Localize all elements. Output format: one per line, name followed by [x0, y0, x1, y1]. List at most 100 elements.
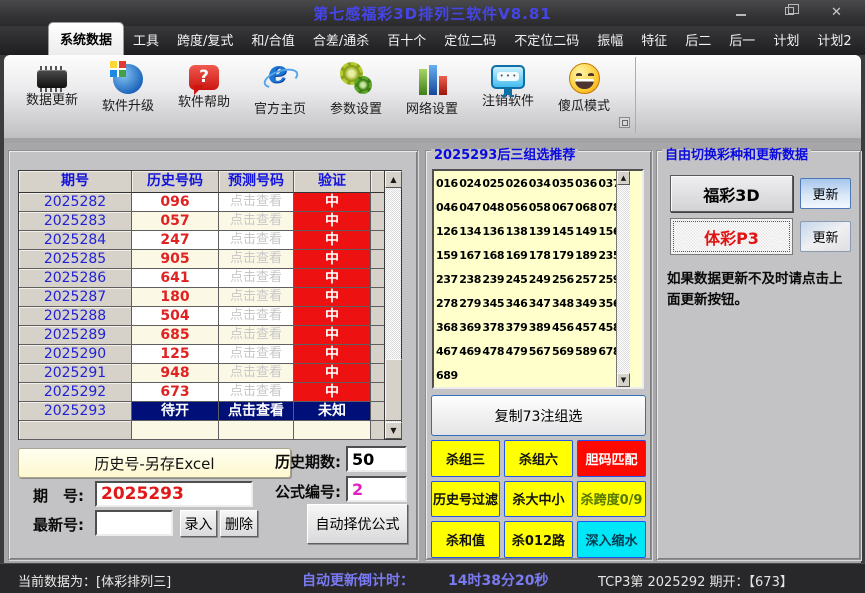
predict-link-cell[interactable]: 点击查看 [219, 193, 294, 212]
tab-plan[interactable]: 计划 [764, 25, 808, 55]
scroll-down-icon[interactable]: ▼ [385, 422, 402, 439]
filler-cell [371, 345, 384, 364]
minimize-button[interactable] [733, 4, 751, 20]
delete-button[interactable]: 删除 [220, 510, 258, 537]
period-cell: 2025284 [19, 231, 132, 250]
table-scrollbar[interactable]: ▲ ▼ [384, 171, 402, 439]
tab-system-data[interactable]: 系统数据 [48, 22, 125, 55]
kill-big-mid-small-button[interactable]: 杀大中小 [504, 480, 573, 518]
tab-bai-shi-ge[interactable]: 百十个 [378, 25, 435, 55]
verify-cell: 中 [294, 250, 371, 269]
number-line: 278 279 345 346 347 348 349 356 358 [436, 297, 616, 310]
tab-tools[interactable]: 工具 [124, 25, 168, 55]
parameter-settings-button[interactable]: 参数设置 [318, 61, 394, 131]
verify-cell: 中 [294, 269, 371, 288]
predict-link-cell[interactable]: 点击查看 [219, 288, 294, 307]
verify-cell: 未知 [294, 402, 371, 421]
predict-link-cell[interactable]: 点击查看 [219, 269, 294, 288]
predict-link-cell[interactable]: 点击查看 [219, 383, 294, 402]
tab-amplitude[interactable]: 振幅 [588, 25, 632, 55]
table-row: 2025293 待开 点击查看 未知 [19, 402, 384, 421]
kill-group3-button[interactable]: 杀组三 [431, 440, 500, 477]
filler-cell [371, 269, 384, 288]
verify-cell: 中 [294, 383, 371, 402]
predict-link-cell[interactable]: 点击查看 [219, 364, 294, 383]
period-cell: 2025286 [19, 269, 132, 288]
period-input[interactable] [95, 481, 253, 507]
fucai-3d-button[interactable]: 福彩3D [670, 175, 793, 212]
network-settings-button[interactable]: 网络设置 [394, 61, 470, 131]
auto-formula-button[interactable]: 自动择优公式 [307, 504, 408, 544]
kill-012-button[interactable]: 杀012路 [504, 521, 573, 558]
history-count-input[interactable] [346, 446, 407, 472]
latest-number-input[interactable] [95, 510, 173, 536]
table-row: 2025285 905 点击查看 中 [19, 250, 384, 269]
verify-cell: 中 [294, 231, 371, 250]
scroll-up-icon[interactable]: ▲ [385, 171, 402, 188]
update-fucai-button[interactable]: 更新 [800, 178, 851, 209]
enter-button[interactable]: 录入 [180, 510, 217, 537]
predict-link-cell[interactable]: 点击查看 [219, 231, 294, 250]
logout-software-button[interactable]: 注销软件 [470, 61, 546, 131]
toolbar-button-label: 傻瓜模式 [557, 99, 610, 114]
history-number-cell: 905 [132, 250, 219, 269]
countdown-value: 14时38分20秒 [448, 573, 549, 589]
list-scrollbar[interactable]: ▲ ▼ [616, 171, 630, 387]
tab-sum-value[interactable]: 和/合值 [242, 25, 303, 55]
kill-group6-button[interactable]: 杀组六 [504, 440, 573, 477]
tab-nonposition-2code[interactable]: 不定位二码 [505, 25, 588, 55]
ie-icon [263, 55, 297, 97]
predict-link-cell[interactable]: 点击查看 [219, 345, 294, 364]
scroll-up-icon[interactable]: ▲ [617, 171, 630, 185]
software-upgrade-button[interactable]: 软件升级 [90, 61, 166, 131]
close-icon: ✕ [831, 5, 842, 20]
official-homepage-button[interactable]: 官方主页 [242, 55, 318, 131]
history-panel: 期号 历史号码 预测号码 验证 2025282 096 点击查看 中 20252… [8, 150, 418, 560]
history-filter-button[interactable]: 历史号过滤 [431, 480, 500, 518]
tab-hecha-tongsha[interactable]: 合差/通杀 [304, 25, 378, 55]
tab-position-2code[interactable]: 定位二码 [435, 25, 505, 55]
tab-plan2[interactable]: 计划2 [808, 25, 860, 55]
history-table: 期号 历史号码 预测号码 验证 2025282 096 点击查看 中 20252… [18, 170, 402, 440]
software-help-button[interactable]: 软件帮助 [166, 61, 242, 131]
data-update-button[interactable]: 数据更新 [14, 61, 90, 131]
toolbar-expander-icon[interactable] [619, 117, 630, 128]
export-excel-button[interactable]: 历史号-另存Excel [18, 448, 291, 478]
copy-groups-button[interactable]: 复制73注组选 [431, 395, 646, 436]
recommend-numbers-list[interactable]: 016 024 025 026 034 035 036 037 038 046 0… [432, 169, 644, 389]
ticai-p3-button[interactable]: 体彩P3 [670, 218, 793, 255]
close-button[interactable]: ✕ [829, 4, 847, 20]
table-row: 2025282 096 点击查看 中 [19, 193, 384, 212]
table-row: 2025291 948 点击查看 中 [19, 364, 384, 383]
kill-sum-button[interactable]: 杀和值 [431, 521, 500, 558]
predict-link-cell[interactable]: 点击查看 [219, 212, 294, 231]
fool-mode-button[interactable]: 傻瓜模式 [546, 61, 622, 131]
predict-link-cell[interactable]: 点击查看 [219, 326, 294, 345]
period-cell: 2025285 [19, 250, 132, 269]
table-row: 2025284 247 点击查看 中 [19, 231, 384, 250]
tab-span-duplex[interactable]: 跨度/复式 [168, 25, 242, 55]
predict-link-cell[interactable]: 点击查看 [219, 250, 294, 269]
period-cell: 2025283 [19, 212, 132, 231]
filler-cell [371, 250, 384, 269]
dan-match-button[interactable]: 胆码匹配 [577, 440, 646, 477]
predict-link-cell[interactable]: 点击查看 [219, 402, 294, 421]
last-draw-text: TCP3第 2025292 期开：【673】 [598, 575, 793, 590]
scrollbar-thumb[interactable] [385, 359, 402, 421]
tab-last-one[interactable]: 后一 [720, 25, 764, 55]
kill-span09-button[interactable]: 杀跨度0/9 [577, 480, 646, 518]
main-area: 期号 历史号码 预测号码 验证 2025282 096 点击查看 中 20252… [4, 143, 861, 563]
deep-shrink-button[interactable]: 深入缩水 [577, 521, 646, 558]
maximize-button[interactable] [781, 4, 799, 20]
formula-number-input[interactable] [346, 476, 407, 502]
number-line: 237 238 239 245 249 256 257 259 269 [436, 273, 616, 286]
filler-cell [371, 421, 384, 440]
scroll-down-icon[interactable]: ▼ [617, 373, 630, 387]
tab-feature[interactable]: 特征 [632, 25, 676, 55]
tab-last-two[interactable]: 后二 [676, 25, 720, 55]
update-ticai-button[interactable]: 更新 [800, 221, 851, 252]
filler-cell [371, 212, 384, 231]
filler-cell [371, 402, 384, 421]
formula-number-label: 公式编号: [275, 483, 341, 501]
predict-link-cell[interactable]: 点击查看 [219, 307, 294, 326]
